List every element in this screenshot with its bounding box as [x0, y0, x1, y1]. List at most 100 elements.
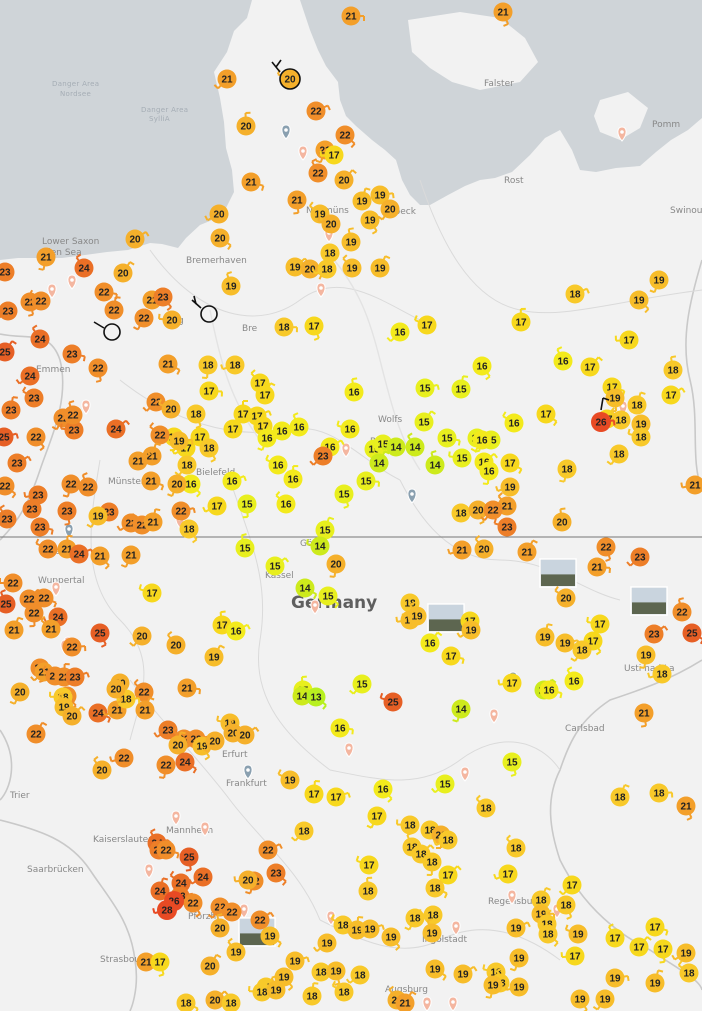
station-temperature: 14	[455, 705, 467, 716]
station-temperature: 21	[132, 457, 144, 468]
wind-barb-tick	[560, 507, 566, 511]
station-temperature: 19	[539, 633, 551, 644]
station-temperature: 19	[513, 983, 525, 994]
station-temperature: 24	[34, 335, 46, 346]
station-temperature: 18	[560, 901, 572, 912]
city-label: Wolfs	[378, 415, 403, 425]
wind-barb-tick	[640, 391, 646, 395]
station-temperature: 19	[321, 939, 333, 950]
station-temperature: 25	[0, 433, 10, 444]
station-temperature: 19	[356, 197, 368, 208]
station-temperature: 22	[92, 364, 104, 375]
station-temperature: 21	[125, 551, 137, 562]
station-temperature: 21	[40, 253, 52, 264]
wind-barb-tick	[365, 187, 371, 191]
station-temperature: 15	[441, 434, 453, 445]
station-temperature: 23	[317, 452, 329, 463]
station-temperature: 16	[483, 467, 495, 478]
station-temperature: 17	[665, 391, 677, 402]
wind-barb-tick	[159, 776, 165, 779]
wind-barb-tick	[62, 494, 69, 498]
station-temperature: 18	[683, 969, 695, 980]
station-temperature: 19	[289, 957, 301, 968]
station-temperature: 19	[411, 612, 423, 623]
station-temperature: 15	[456, 454, 468, 465]
station-temperature: 20	[325, 220, 337, 231]
station-temperature: 24	[78, 264, 90, 275]
wind-barb-tick	[317, 215, 321, 222]
station-temperature: 23	[26, 505, 38, 516]
station-temperature: 16	[508, 419, 520, 430]
wind-barb-tick	[115, 296, 121, 299]
station-temperature: 20	[172, 741, 184, 752]
station-temperature: 20	[556, 518, 568, 529]
station-temperature: 22	[187, 899, 199, 910]
wind-barb-tick	[381, 444, 385, 450]
station-temperature: 19	[640, 651, 652, 662]
station-temperature: 16	[394, 328, 406, 339]
station-temperature: 21	[456, 546, 468, 557]
station-temperature: 21	[147, 518, 159, 529]
station-temperature: 19	[289, 263, 301, 274]
wind-barb-tick	[64, 522, 70, 526]
station-temperature: 22	[30, 433, 42, 444]
station-temperature: 20	[560, 594, 572, 605]
webcam-thumbnail-icon[interactable]	[427, 603, 465, 633]
station-temperature: 23	[648, 630, 660, 641]
station-temperature: 20	[14, 688, 26, 699]
station-temperature: 18	[614, 793, 626, 804]
station-temperature: 18	[455, 509, 467, 520]
station-temperature: 19	[465, 626, 477, 637]
station-temperature: 18	[202, 361, 214, 372]
station-temperature: 17	[211, 502, 223, 513]
wind-barb-tick	[680, 482, 684, 488]
station-temperature: 19	[633, 296, 645, 307]
wind-barb-tick	[15, 433, 19, 439]
station-temperature: 19	[574, 995, 586, 1006]
webcam-thumbnail-icon[interactable]	[539, 558, 577, 588]
station-temperature: 19	[680, 949, 692, 960]
station-temperature: 14	[373, 459, 385, 470]
station-temperature: 25	[0, 600, 12, 611]
station-temperature: 18	[181, 461, 193, 472]
wind-barb-tick	[261, 185, 265, 191]
wind-barb-tick	[241, 533, 247, 537]
station-temperature: 20	[384, 205, 396, 216]
station-temperature: 21	[291, 196, 303, 207]
station-temperature: 20	[66, 712, 78, 723]
weather-map[interactable]: Danger Area Nordsee Danger Area SylliA B…	[0, 0, 702, 1011]
webcam-thumbnail-icon[interactable]	[630, 586, 668, 616]
station-temperature: 23	[501, 523, 513, 534]
station-temperature: 18	[362, 887, 374, 898]
station-temperature: 20	[117, 269, 129, 280]
city-label: Wuppertal	[38, 576, 85, 586]
wind-barb-tick	[60, 423, 63, 429]
station-temperature: 20	[478, 545, 490, 556]
station-temperature: 22	[160, 761, 172, 772]
station-temperature: 22	[262, 846, 274, 857]
station-temperature: 20	[129, 235, 141, 246]
station-temperature: 21	[497, 8, 509, 19]
station-temperature: 17	[569, 952, 581, 963]
station-temperature: 16	[293, 423, 305, 434]
station-temperature: 21	[591, 563, 603, 574]
station-temperature: 16	[476, 436, 488, 447]
station-temperature: 21	[45, 625, 57, 636]
station-temperature: 18	[561, 465, 573, 476]
station-temperature: 14	[409, 443, 421, 454]
station-temperature: 19	[609, 394, 621, 405]
wind-barb-tick	[229, 718, 236, 722]
station-temperature: 24	[110, 425, 122, 436]
station-temperature: 19	[510, 924, 522, 935]
station-temperature: 14	[296, 692, 308, 703]
wind-barb-tick	[358, 916, 364, 919]
station-temperature: 15	[319, 526, 331, 537]
station-temperature: 18	[667, 366, 679, 377]
wind-barb-tick	[659, 960, 665, 964]
station-temperature: 22	[42, 545, 54, 556]
station-temperature: 15	[239, 544, 251, 555]
station-temperature: 16	[377, 785, 389, 796]
station-temperature: 22	[160, 846, 172, 857]
station-temperature: 23	[162, 726, 174, 737]
station-temperature: 24	[154, 887, 166, 898]
